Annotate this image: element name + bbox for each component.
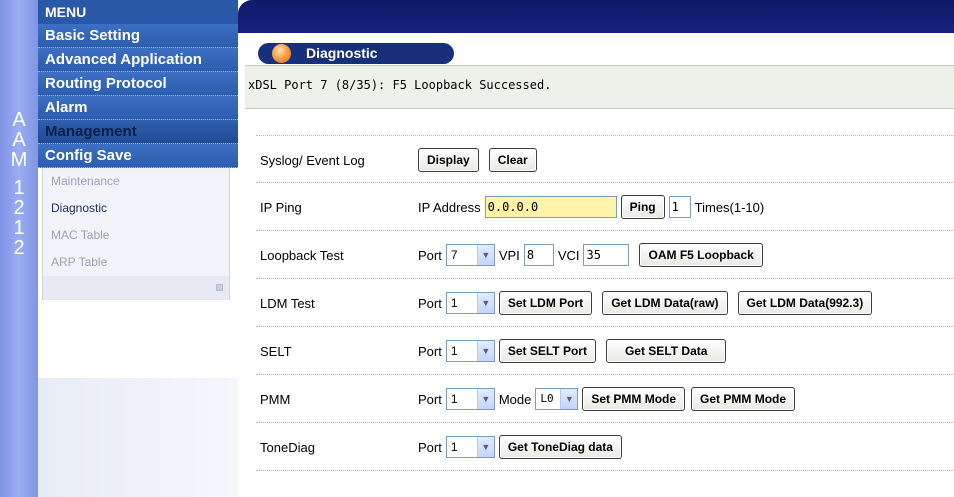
select-value: 1 xyxy=(450,392,458,406)
get-tonediag-data-button[interactable]: Get ToneDiag data xyxy=(498,435,622,459)
vci-label: VCI xyxy=(557,247,580,263)
select-value: L0 xyxy=(540,392,554,405)
vertical-char: 2 xyxy=(13,237,25,259)
selt-label: SELT xyxy=(260,344,292,359)
row-pmm: PMM Port 1 ▼ Mode L0 ▼ Set PMM Mode Get … xyxy=(256,375,954,423)
menu-item-advanced-application[interactable]: Advanced Application xyxy=(38,48,238,72)
ping-label: IP Ping xyxy=(260,200,302,215)
loopback-port-select[interactable]: 7 ▼ xyxy=(445,244,495,266)
submenu-item-maintenance[interactable]: Maintenance xyxy=(43,168,229,195)
select-value: 7 xyxy=(450,248,458,262)
menu-title: MENU xyxy=(38,0,238,24)
vci-input[interactable]: 35 xyxy=(583,244,630,266)
vpi-input[interactable]: 8 xyxy=(523,244,554,266)
submenu-item-arp-table[interactable]: ARP Table xyxy=(43,249,229,276)
set-selt-port-button[interactable]: Set SELT Port xyxy=(498,339,596,363)
submenu-item-mac-table[interactable]: MAC Table xyxy=(43,222,229,249)
vertical-char: A xyxy=(12,129,26,151)
vertical-char: 1 xyxy=(13,177,25,199)
submenu-item-diagnostic[interactable]: Diagnostic xyxy=(43,195,229,222)
get-selt-data-button[interactable]: Get SELT Data xyxy=(605,339,727,363)
chevron-down-icon: ▼ xyxy=(476,245,494,265)
chevron-down-icon: ▼ xyxy=(476,293,494,313)
menu-item-config-save[interactable]: Config Save xyxy=(38,144,238,168)
orb-icon xyxy=(272,44,291,63)
ldm-port-select[interactable]: 1 ▼ xyxy=(445,292,495,314)
ldm-label: LDM Test xyxy=(260,296,315,311)
menu-item-routing-protocol[interactable]: Routing Protocol xyxy=(38,72,238,96)
status-message: xDSL Port 7 (8/35): F5 Loopback Successe… xyxy=(245,65,954,109)
select-value: 1 xyxy=(450,344,458,358)
set-pmm-mode-button[interactable]: Set PMM Mode xyxy=(582,387,686,411)
port-label: Port xyxy=(418,295,442,311)
tonediag-port-select[interactable]: 1 ▼ xyxy=(445,436,495,458)
vertical-char: M xyxy=(10,149,28,171)
display-button[interactable]: Display xyxy=(418,148,479,172)
menu-item-alarm[interactable]: Alarm xyxy=(38,96,238,120)
pmm-label: PMM xyxy=(260,392,291,407)
vertical-char: 2 xyxy=(13,197,25,219)
page-title: Diagnostic xyxy=(258,43,454,64)
row-ldm: LDM Test Port 1 ▼ Set LDM Port Get LDM D… xyxy=(256,279,954,327)
tonediag-label: ToneDiag xyxy=(260,440,315,455)
vertical-char: 1 xyxy=(13,217,25,239)
ping-times-input[interactable]: 1 xyxy=(668,196,691,218)
port-label: Port xyxy=(418,247,442,263)
chevron-down-icon: ▼ xyxy=(476,389,494,409)
chevron-down-icon: ▼ xyxy=(476,341,494,361)
select-value: 1 xyxy=(450,296,458,310)
port-label: Port xyxy=(418,439,442,455)
corner-dot-icon xyxy=(216,284,223,291)
syslog-label: Syslog/ Event Log xyxy=(260,153,365,168)
menu-item-management[interactable]: Management xyxy=(38,120,238,144)
select-value: 1 xyxy=(450,440,458,454)
diagnostic-form: Syslog/ Event Log Display Clear IP Ping … xyxy=(256,135,954,471)
menu-item-basic-setting[interactable]: Basic Setting xyxy=(38,24,238,48)
port-label: Port xyxy=(418,391,442,407)
left-vertical-strip: A A M 1 2 1 2 xyxy=(0,0,38,497)
get-ldm-data-raw-button[interactable]: Get LDM Data(raw) xyxy=(602,291,728,315)
row-loopback: Loopback Test Port 7 ▼ VPI 8 VCI 35 OAM … xyxy=(256,231,954,279)
row-ping: IP Ping IP Address 0.0.0.0 Ping 1 Times(… xyxy=(256,183,954,231)
page-title-text: Diagnostic xyxy=(306,45,378,61)
sidebar-menu: MENU Basic Setting Advanced Application … xyxy=(38,0,238,497)
vertical-product-label: A A M 1 2 1 2 xyxy=(7,110,31,258)
top-banner xyxy=(238,0,954,33)
vertical-char: A xyxy=(12,109,26,131)
sidebar-background xyxy=(38,378,238,497)
oam-f5-loopback-button[interactable]: OAM F5 Loopback xyxy=(639,243,763,267)
times-label: Times(1-10) xyxy=(694,199,765,215)
clear-button[interactable]: Clear xyxy=(488,148,537,172)
row-selt: SELT Port 1 ▼ Set SELT Port Get SELT Dat… xyxy=(256,327,954,375)
pmm-port-select[interactable]: 1 ▼ xyxy=(445,388,495,410)
row-syslog: Syslog/ Event Log Display Clear xyxy=(256,135,954,183)
vpi-label: VPI xyxy=(498,247,520,263)
get-pmm-mode-button[interactable]: Get PMM Mode xyxy=(691,387,796,411)
ip-address-input[interactable]: 0.0.0.0 xyxy=(484,196,617,218)
set-ldm-port-button[interactable]: Set LDM Port xyxy=(498,291,593,315)
submenu-footer xyxy=(43,276,229,300)
get-ldm-data-992-button[interactable]: Get LDM Data(992.3) xyxy=(737,291,873,315)
status-message-text: xDSL Port 7 (8/35): F5 Loopback Successe… xyxy=(248,78,552,92)
selt-port-select[interactable]: 1 ▼ xyxy=(445,340,495,362)
port-label: Port xyxy=(418,343,442,359)
loopback-label: Loopback Test xyxy=(260,248,344,263)
mode-label: Mode xyxy=(498,391,532,407)
ping-button[interactable]: Ping xyxy=(620,195,665,219)
chevron-down-icon: ▼ xyxy=(476,437,494,457)
submenu: Maintenance Diagnostic MAC Table ARP Tab… xyxy=(42,168,230,300)
row-tonediag: ToneDiag Port 1 ▼ Get ToneDiag data xyxy=(256,423,954,471)
ip-address-label: IP Address xyxy=(418,199,481,215)
pmm-mode-select[interactable]: L0 ▼ xyxy=(535,388,579,410)
chevron-down-icon: ▼ xyxy=(560,389,578,409)
